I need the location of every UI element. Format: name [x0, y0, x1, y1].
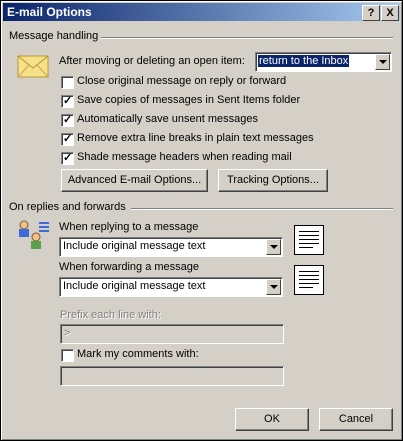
- forwarding-select[interactable]: Include original message text: [59, 277, 283, 297]
- checkbox-mark-comments[interactable]: [61, 349, 74, 362]
- reply-preview-icon: [294, 225, 324, 255]
- checkbox-autosave[interactable]: ✓: [61, 114, 74, 127]
- replying-value: Include original message text: [63, 240, 206, 252]
- envelope-icon: [17, 53, 49, 82]
- replying-label: When replying to a message: [59, 221, 199, 233]
- email-options-dialog: E-mail Options ? X Message handling Afte…: [0, 0, 403, 441]
- replies-forwards-title: On replies and forwards: [9, 201, 126, 213]
- cancel-button[interactable]: Cancel: [319, 408, 393, 431]
- forwarding-label: When forwarding a message: [59, 261, 200, 273]
- forward-preview-icon: [294, 265, 324, 295]
- prefix-label: Prefix each line with:: [60, 309, 161, 321]
- ok-button[interactable]: OK: [235, 408, 309, 431]
- forwarding-value: Include original message text: [63, 280, 206, 292]
- mark-comments-input: [60, 366, 284, 386]
- prefix-input: >: [60, 324, 284, 344]
- option-label: Remove extra line breaks in plain text m…: [77, 132, 314, 144]
- close-button[interactable]: X: [381, 5, 399, 21]
- checkbox-remove-line-breaks[interactable]: ✓: [61, 133, 74, 146]
- prefix-value: >: [64, 327, 71, 339]
- dialog-title: E-mail Options: [7, 5, 92, 19]
- advanced-email-options-button[interactable]: Advanced E-mail Options...: [61, 169, 208, 192]
- chevron-down-icon[interactable]: [266, 279, 281, 295]
- title-bar[interactable]: E-mail Options ? X: [3, 3, 400, 21]
- checkbox-close-original[interactable]: [61, 76, 74, 89]
- after-moving-label: After moving or deleting an open item:: [59, 55, 245, 67]
- reply-forward-icon: [17, 219, 51, 254]
- replying-select[interactable]: Include original message text: [59, 237, 283, 257]
- option-label: Shade message headers when reading mail: [77, 151, 292, 163]
- tracking-options-button[interactable]: Tracking Options...: [218, 169, 328, 192]
- option-label: Save copies of messages in Sent Items fo…: [77, 94, 301, 106]
- after-moving-value: return to the Inbox: [258, 55, 350, 67]
- option-label: Close original message on reply or forwa…: [77, 75, 287, 87]
- section-divider: [131, 208, 393, 210]
- chevron-down-icon[interactable]: [266, 239, 281, 255]
- checkbox-shade-headers[interactable]: ✓: [61, 152, 74, 165]
- section-divider: [101, 37, 393, 39]
- chevron-down-icon[interactable]: [375, 54, 390, 70]
- help-button[interactable]: ?: [362, 5, 380, 21]
- after-moving-select[interactable]: return to the Inbox: [255, 52, 392, 72]
- checkbox-save-copies[interactable]: ✓: [61, 95, 74, 108]
- mark-comments-label: Mark my comments with:: [77, 348, 199, 360]
- message-handling-title: Message handling: [9, 30, 99, 42]
- option-label: Automatically save unsent messages: [77, 113, 258, 125]
